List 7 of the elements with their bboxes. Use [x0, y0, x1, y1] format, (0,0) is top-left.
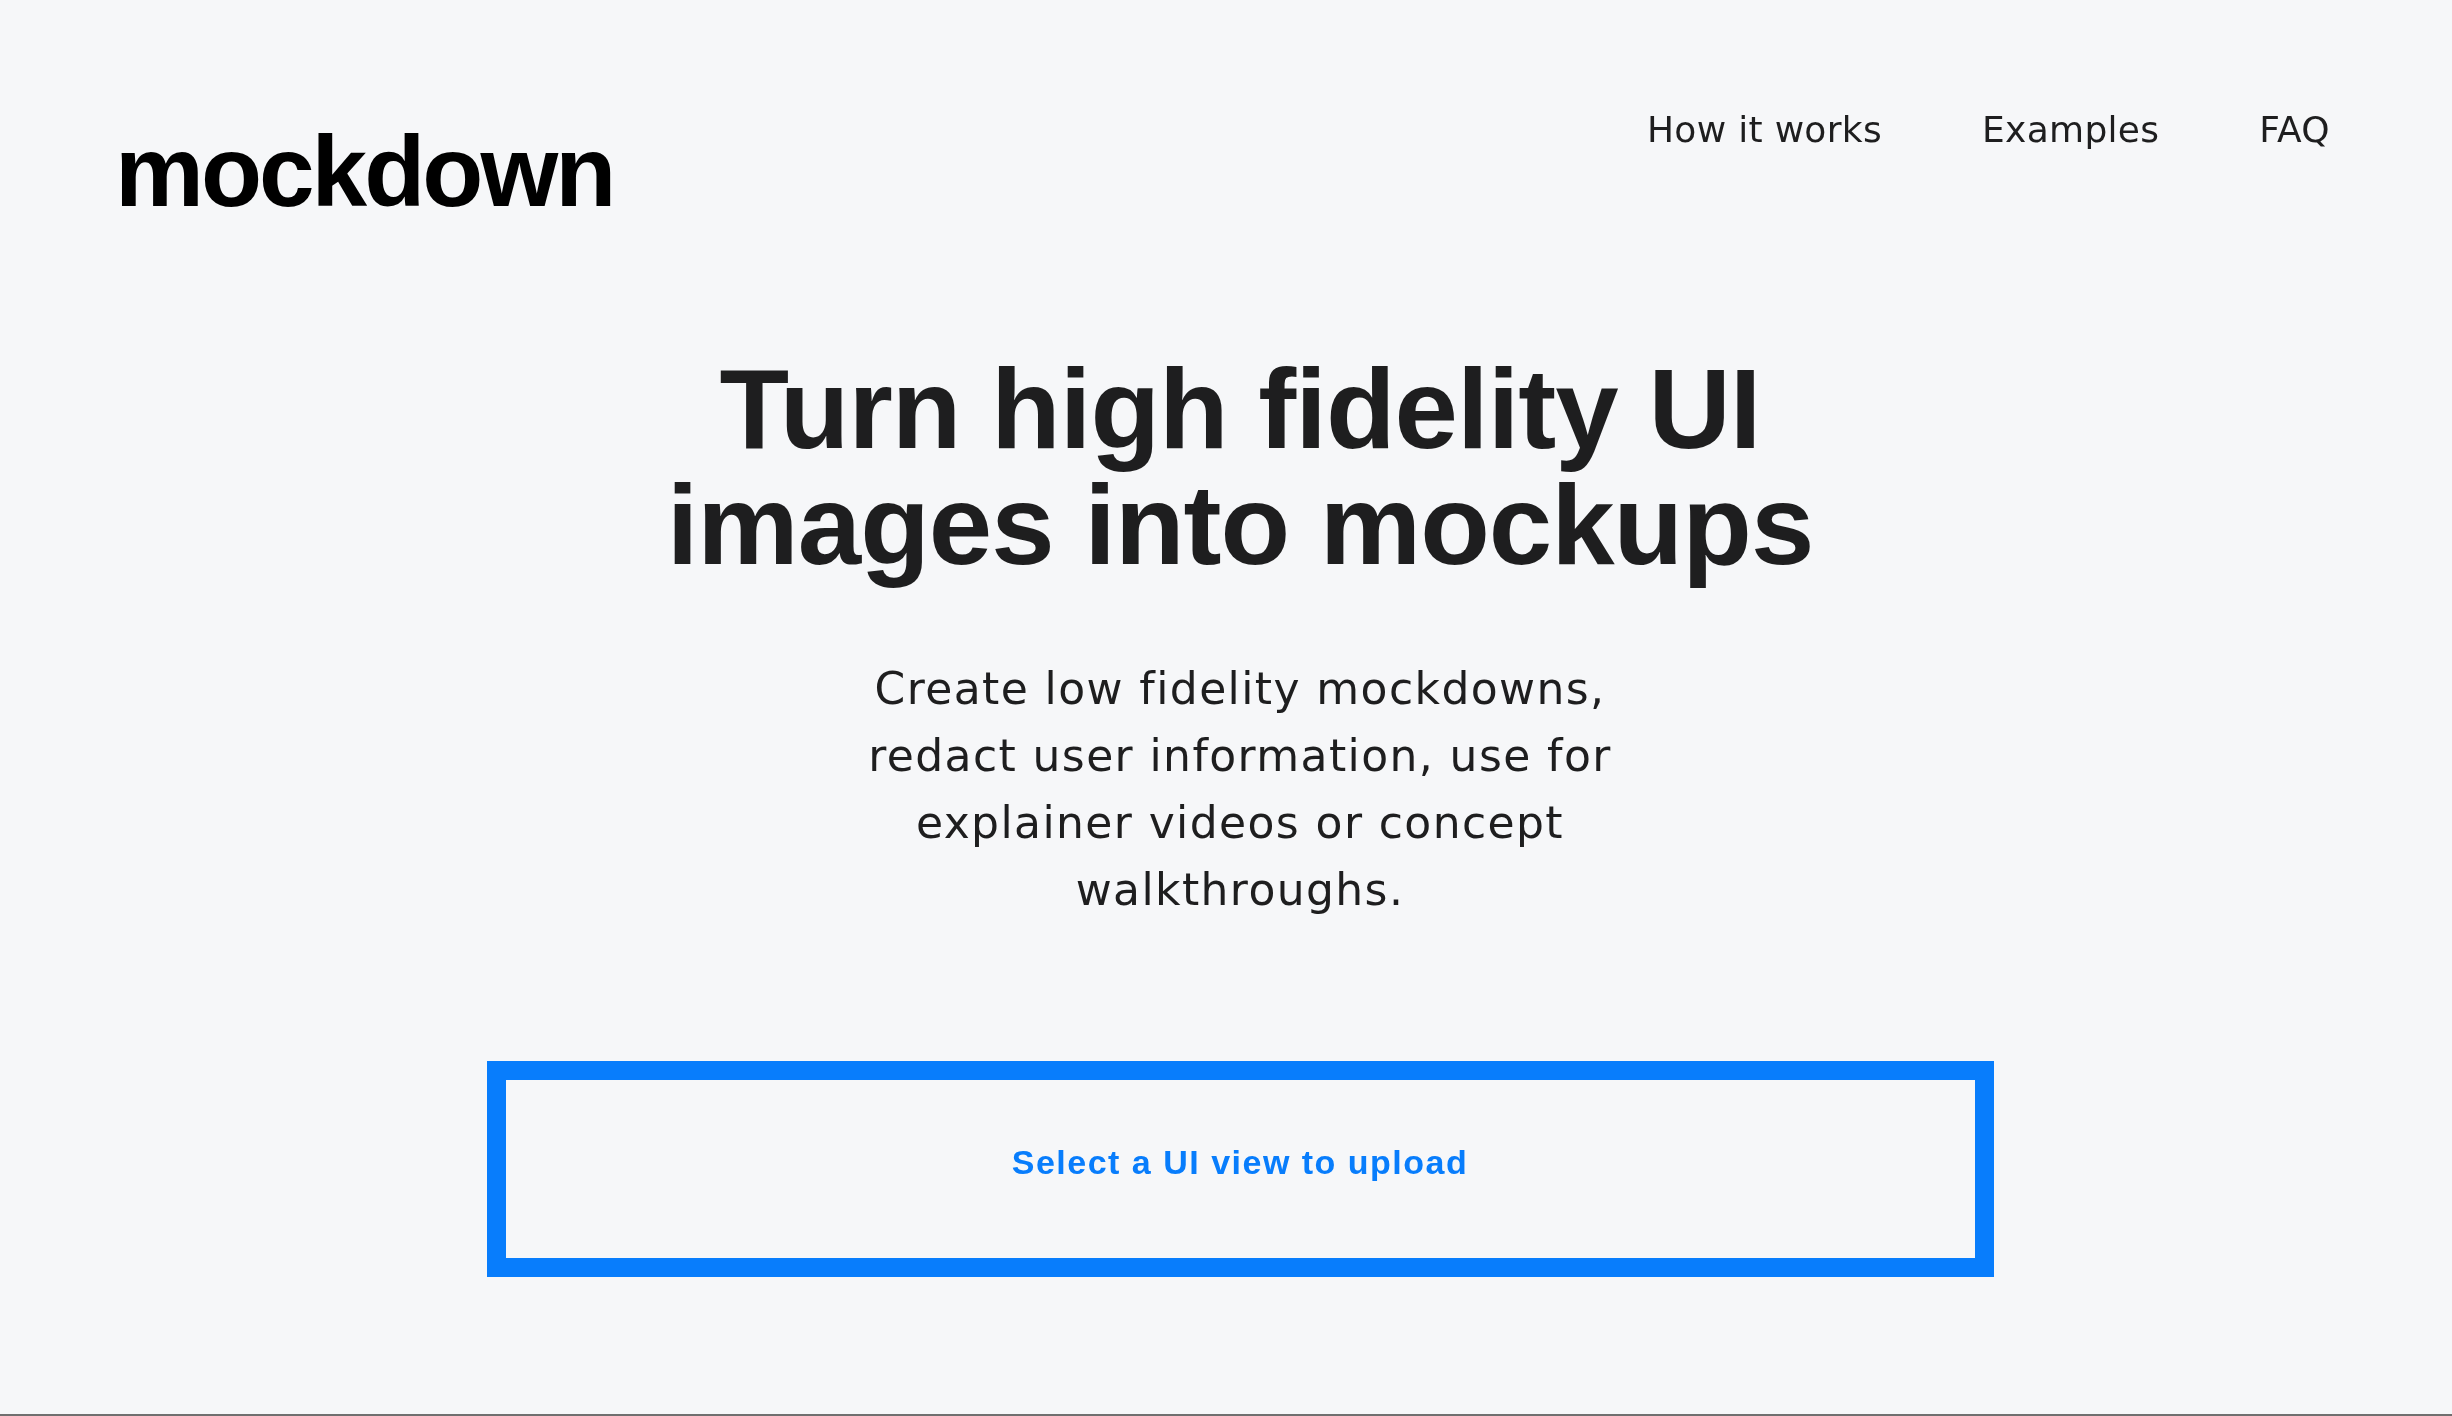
- subtitle: Create low fidelity mockdowns, redact user information, use for explainer videos or concept walkthroughs.: [867, 662, 1613, 917]
- upload-button[interactable]: Select a UI view to upload: [486, 1061, 1994, 1277]
- nav-link[interactable]: FAQ: [2259, 112, 2330, 148]
- nav-link[interactable]: Examples: [1982, 112, 2160, 148]
- logo[interactable]: mockdown: [115, 121, 614, 221]
- headline: Turn high fidelity UI images into mockups: [665, 345, 1815, 590]
- nav-link[interactable]: How it works: [1647, 112, 1882, 148]
